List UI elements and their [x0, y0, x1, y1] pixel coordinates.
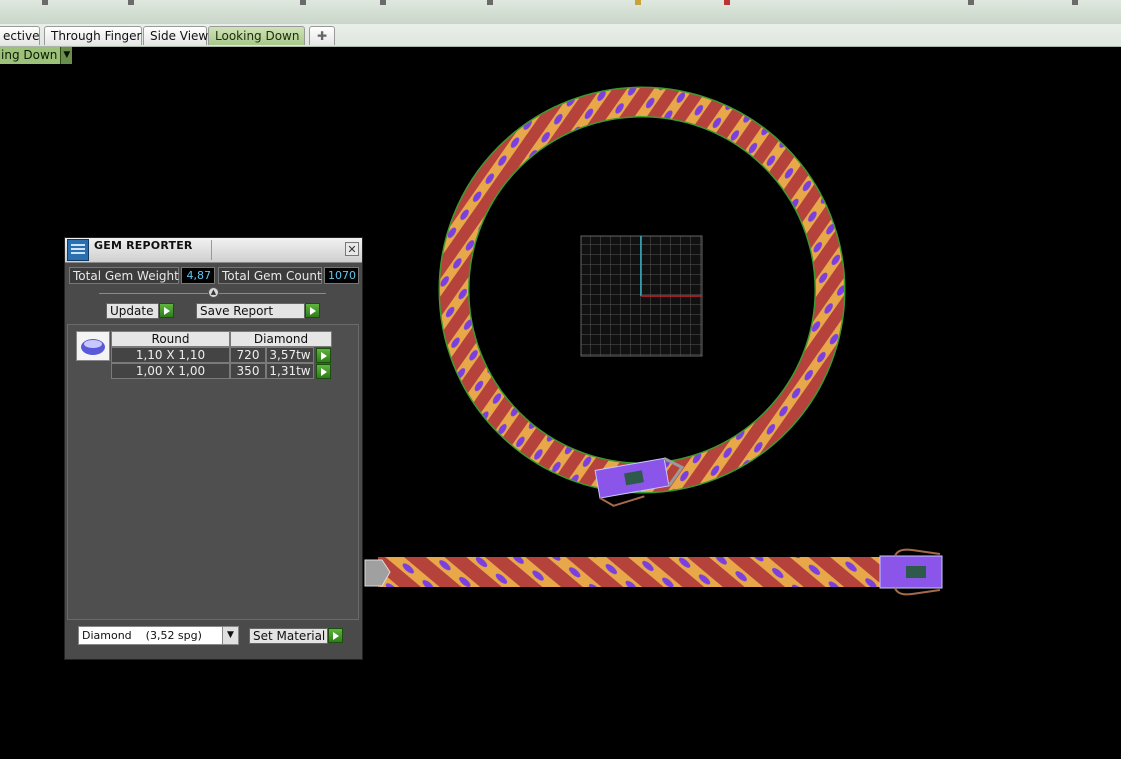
splitter-handle[interactable]: ▲ [208, 287, 219, 298]
toolbar-icon[interactable] [1072, 0, 1078, 5]
set-material-button[interactable]: Set Material [249, 628, 328, 644]
clasp-side [879, 548, 943, 596]
update-go-icon[interactable] [159, 303, 174, 318]
total-gem-count-label: Total Gem Count [218, 267, 322, 284]
gem-list: Round Diamond 1,10 X 1,10 720 3,57tw 1,0… [67, 324, 359, 620]
round-gem-icon [76, 331, 110, 361]
row-go-icon[interactable] [316, 348, 331, 363]
table-header-shape: Round [111, 331, 230, 347]
toolbar-icon[interactable] [300, 0, 306, 5]
toolbar-icon[interactable] [635, 0, 641, 5]
total-gem-weight-value: 4,87 [181, 267, 215, 284]
update-button[interactable]: Update [106, 303, 159, 319]
toolbar-icon[interactable] [724, 0, 730, 5]
toolbar-icon[interactable] [487, 0, 493, 5]
tab-through-finger[interactable]: Through Finger [44, 26, 142, 45]
view-selector-label: ing Down [0, 47, 61, 64]
tab-perspective[interactable]: ective [0, 26, 40, 45]
toolbar-icon[interactable] [380, 0, 386, 5]
save-report-button[interactable]: Save Report [196, 303, 305, 319]
set-material-go-icon[interactable] [328, 628, 343, 643]
table-row-weight: 1,31tw [266, 363, 314, 379]
panel-title: GEM REPORTER [94, 239, 193, 252]
save-report-go-icon[interactable] [305, 303, 320, 318]
view-tabs: ective Through Finger Side View Looking … [0, 24, 1121, 47]
material-select-value: Diamond (3,52 spg) [82, 629, 202, 642]
dropdown-arrow-icon[interactable]: ▼ [60, 47, 73, 64]
chain-straight [378, 557, 881, 587]
plus-icon[interactable]: ✚ [309, 26, 335, 45]
gem-reporter-app-icon [67, 239, 89, 261]
row-go-icon[interactable] [316, 364, 331, 379]
table-row-size: 1,00 X 1,00 [111, 363, 230, 379]
top-toolbar [0, 0, 1121, 24]
tab-looking-down[interactable]: Looking Down [208, 26, 305, 45]
view-selector[interactable]: ing Down ▼ [0, 47, 73, 64]
close-icon[interactable]: ✕ [345, 242, 359, 256]
table-row-count: 350 [230, 363, 266, 379]
table-row-size: 1,10 X 1,10 [111, 347, 230, 363]
panel-titlebar[interactable]: GEM REPORTER ✕ [65, 238, 362, 263]
gem-reporter-panel: GEM REPORTER ✕ Total Gem Weight 4,87 Tot… [64, 237, 363, 660]
toolbar-icon[interactable] [42, 0, 48, 5]
table-row-count: 720 [230, 347, 266, 363]
tab-side-view[interactable]: Side View [143, 26, 208, 45]
table-row-weight: 3,57tw [266, 347, 314, 363]
table-header-material: Diamond [230, 331, 332, 347]
material-select[interactable]: Diamond (3,52 spg) ▼ [78, 626, 239, 645]
chevron-down-icon[interactable]: ▼ [222, 627, 238, 644]
total-gem-weight-label: Total Gem Weight [69, 267, 179, 284]
toolbar-icon[interactable] [128, 0, 134, 5]
toolbar-icon[interactable] [968, 0, 974, 5]
total-gem-count-value: 1070 [324, 267, 359, 284]
gem-svg [81, 339, 105, 355]
